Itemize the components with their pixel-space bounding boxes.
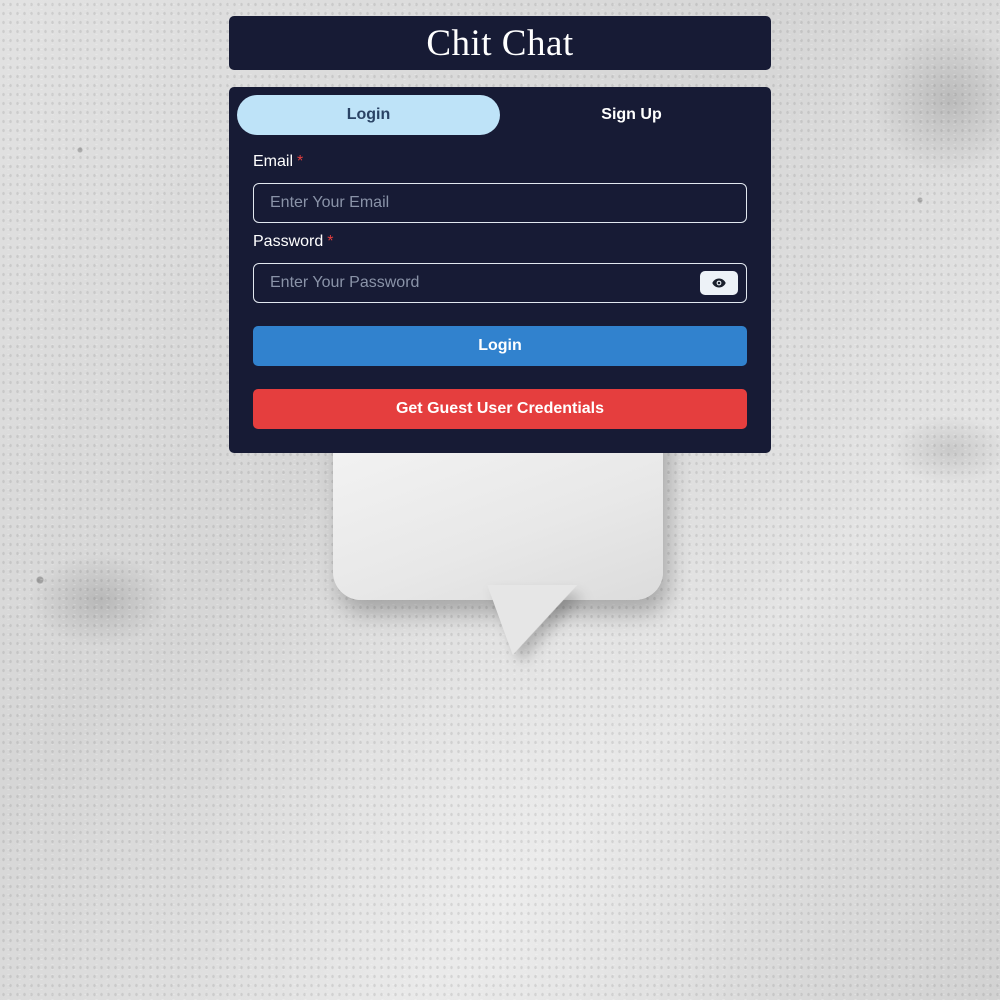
auth-tabs: Login Sign Up [237, 95, 763, 135]
tab-login[interactable]: Login [237, 95, 500, 135]
email-required-mark: * [297, 153, 304, 170]
email-label-text: Email [253, 153, 294, 170]
tab-sign-up[interactable]: Sign Up [500, 95, 763, 135]
password-field[interactable] [254, 264, 746, 302]
email-label: Email * [253, 153, 303, 171]
password-label: Password * [253, 233, 333, 251]
password-field-wrapper [253, 263, 747, 303]
auth-card: Login Sign Up Email* Password* Login Get… [229, 87, 771, 453]
app-title: Chit Chat [426, 22, 574, 64]
login-button[interactable]: Login [253, 326, 747, 366]
show-password-button[interactable] [700, 271, 738, 295]
guest-credentials-button[interactable]: Get Guest User Credentials [253, 389, 747, 429]
password-label-text: Password [253, 233, 324, 250]
email-field[interactable] [254, 184, 746, 222]
eye-icon [712, 278, 726, 288]
password-required-mark: * [327, 233, 334, 250]
app-header: Chit Chat [229, 16, 771, 70]
email-field-wrapper [253, 183, 747, 223]
